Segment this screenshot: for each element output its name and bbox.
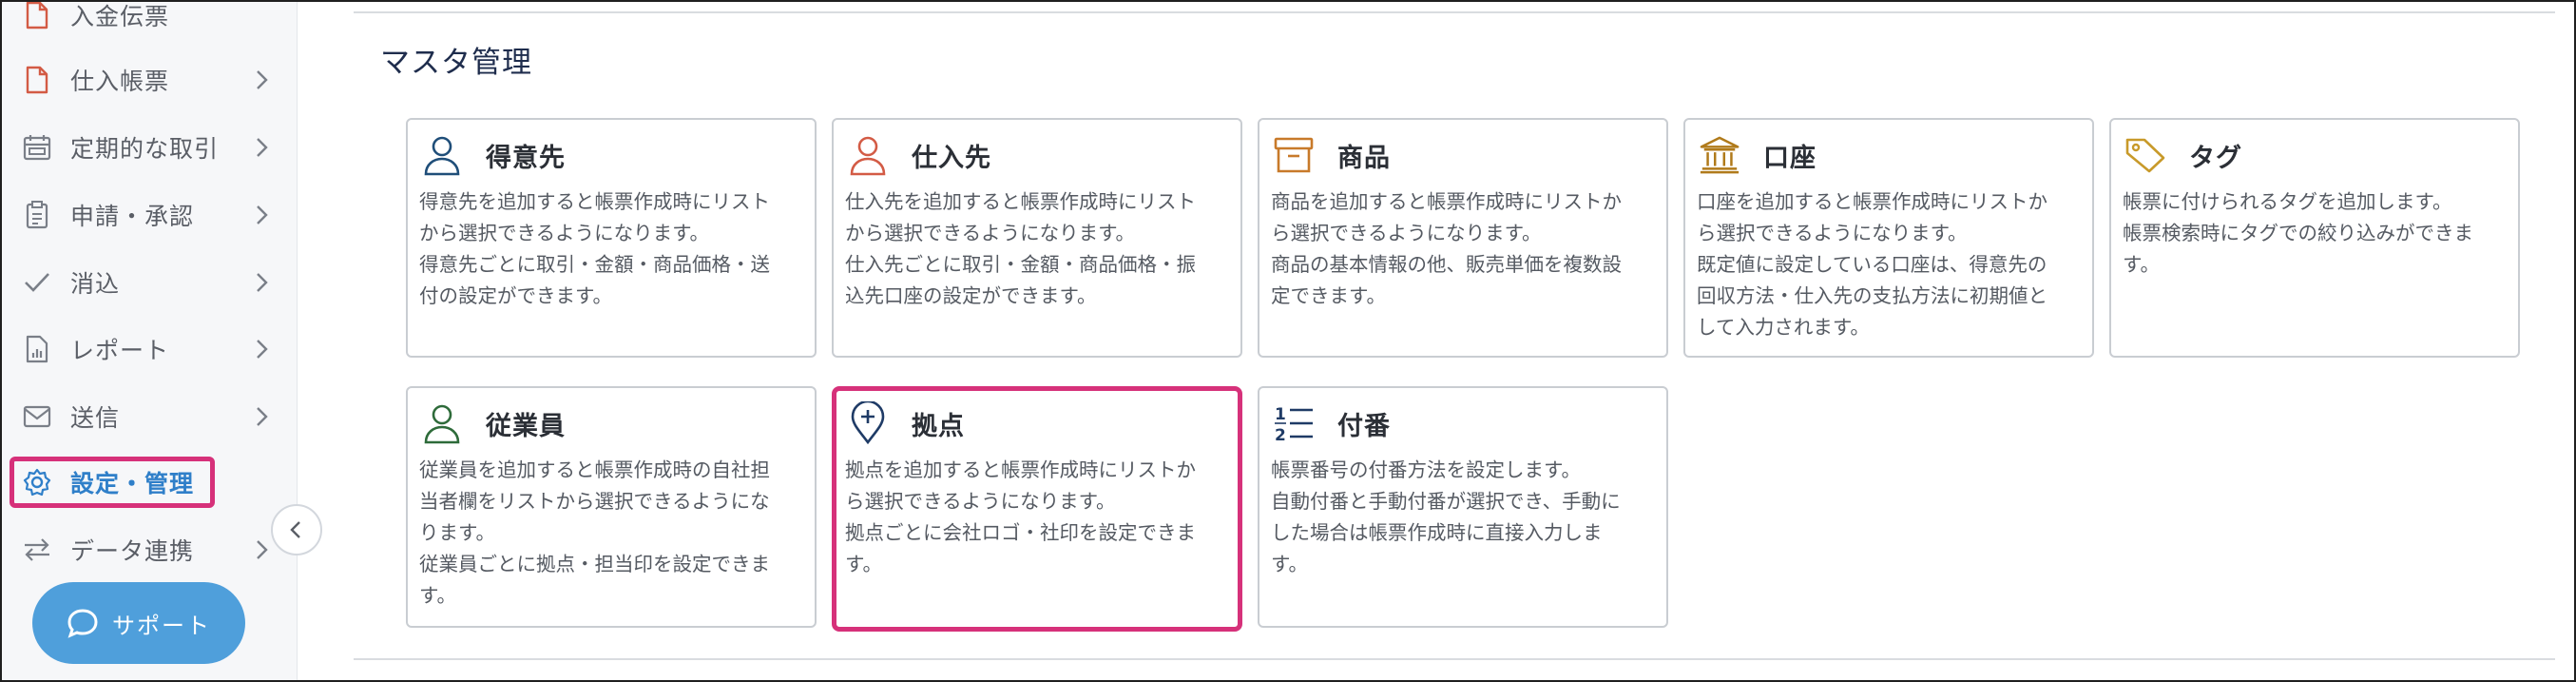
master-card-products[interactable]: 商品 商品を追加すると帳票作成時にリストか ら選択できるようになります。 商品の… — [1258, 118, 1668, 358]
sidebar-item-label: レポート — [70, 337, 170, 364]
sidebar-item-payment-slip[interactable]: 入金伝票 — [21, 2, 278, 44]
chevron-left-icon — [290, 521, 300, 538]
check-icon — [21, 266, 53, 299]
divider — [354, 11, 2555, 13]
bank-icon — [1699, 134, 1740, 176]
chevron-right-icon — [257, 540, 268, 559]
sidebar-item-label: データ連携 — [70, 537, 195, 565]
document-icon — [21, 64, 53, 96]
chevron-right-icon — [257, 340, 268, 359]
card-title: タグ — [2189, 143, 2242, 173]
card-description: 帳票に付けられるタグを追加します。 帳票検索時にタグでの絞り込みができま す。 — [2123, 190, 2473, 276]
card-description: 得意先を追加すると帳票作成時にリスト から選択できるようになります。 得意先ごと… — [419, 190, 770, 307]
sidebar-item-label: 入金伝票 — [70, 3, 170, 30]
card-description: 商品を追加すると帳票作成時にリストか ら選択できるようになります。 商品の基本情… — [1271, 190, 1622, 307]
sidebar-item-label: 申請・承認 — [70, 203, 195, 230]
support-label: サポート — [112, 612, 211, 639]
main-content: マスタ管理 得意先 得意先を追加すると帳票作成時にリスト から選択できるようにな… — [325, 2, 2555, 680]
svg-text:2: 2 — [1275, 426, 1286, 444]
section-title: マスタ管理 — [380, 46, 532, 80]
sync-icon — [21, 534, 53, 566]
card-description: 口座を追加すると帳票作成時にリストか ら選択できるようになります。 既定値に設定… — [1697, 190, 2047, 339]
chevron-right-icon — [257, 407, 268, 426]
chevron-right-icon — [257, 205, 268, 224]
card-title: 拠点 — [912, 411, 965, 441]
card-description: 従業員を追加すると帳票作成時の自社担 当者欄をリストから選択できるようにな りま… — [419, 458, 770, 607]
card-title: 商品 — [1337, 143, 1391, 173]
chat-icon — [67, 609, 98, 638]
card-title: 仕入先 — [912, 143, 991, 173]
card-title: 口座 — [1763, 143, 1817, 173]
mail-icon — [21, 400, 53, 433]
app-window: 入金伝票 仕入帳票 定期的な取引 申請・承認 消込 レポート 送信 設定・管理 … — [0, 0, 2576, 682]
sidebar-item-label: 送信 — [70, 404, 121, 432]
sidebar-item-purchase-docs[interactable]: 仕入帳票 — [21, 51, 278, 108]
chevron-right-icon — [257, 70, 268, 89]
person-icon — [421, 402, 463, 444]
card-description: 仕入先を追加すると帳票作成時にリスト から選択できるようになります。 仕入先ごと… — [845, 190, 1196, 307]
sidebar: 入金伝票 仕入帳票 定期的な取引 申請・承認 消込 レポート 送信 設定・管理 … — [2, 2, 298, 680]
sidebar-item-recurring[interactable]: 定期的な取引 — [21, 119, 278, 176]
document-icon — [21, 2, 53, 31]
master-card-locations[interactable]: 拠点 拠点を追加すると帳票作成時にリストか ら選択できるようになります。 拠点ご… — [832, 386, 1242, 632]
master-card-numbering[interactable]: 1 2 付番 帳票番号の付番方法を設定します。 自動付番と手動付番が選択でき、手… — [1258, 386, 1668, 628]
card-title: 付番 — [1337, 411, 1391, 441]
checklist-icon — [21, 199, 53, 231]
sidebar-item-data-sync[interactable]: データ連携 — [21, 521, 278, 578]
sidebar-item-reconcile[interactable]: 消込 — [21, 254, 278, 311]
calendar-icon — [21, 131, 53, 164]
master-card-tags[interactable]: タグ 帳票に付けられるタグを追加します。 帳票検索時にタグでの絞り込みができま … — [2109, 118, 2520, 358]
divider — [354, 658, 2555, 660]
sidebar-item-approval[interactable]: 申請・承認 — [21, 186, 278, 244]
support-button[interactable]: サポート — [32, 582, 245, 664]
master-card-accounts[interactable]: 口座 口座を追加すると帳票作成時にリストか ら選択できるようになります。 既定値… — [1683, 118, 2094, 358]
sidebar-item-label: 仕入帳票 — [70, 68, 170, 95]
svg-text:1: 1 — [1275, 405, 1286, 424]
card-description: 拠点を追加すると帳票作成時にリストか ら選択できるようになります。 拠点ごとに会… — [845, 458, 1196, 575]
sidebar-item-label: 消込 — [70, 270, 121, 298]
person-icon — [421, 134, 463, 176]
report-icon — [21, 333, 53, 365]
location-pin-icon — [847, 401, 889, 445]
card-title: 得意先 — [486, 143, 566, 173]
box-icon — [1273, 134, 1315, 176]
tag-icon — [2124, 134, 2166, 176]
person-icon — [847, 134, 889, 176]
master-card-suppliers[interactable]: 仕入先 仕入先を追加すると帳票作成時にリスト から選択できるようになります。 仕… — [832, 118, 1242, 358]
card-title: 従業員 — [486, 411, 566, 441]
chevron-right-icon — [257, 138, 268, 157]
numbered-list-icon: 1 2 — [1273, 402, 1315, 444]
active-item-highlight — [10, 457, 215, 508]
sidebar-item-report[interactable]: レポート — [21, 321, 278, 378]
card-description: 帳票番号の付番方法を設定します。 自動付番と手動付番が選択でき、手動に した場合… — [1271, 458, 1621, 575]
sidebar-item-label: 定期的な取引 — [70, 135, 220, 163]
chevron-right-icon — [257, 273, 268, 292]
sidebar-item-send[interactable]: 送信 — [21, 388, 278, 445]
sidebar-collapse-button[interactable] — [271, 504, 322, 555]
master-card-customers[interactable]: 得意先 得意先を追加すると帳票作成時にリスト から選択できるようになります。 得… — [406, 118, 817, 358]
master-card-employees[interactable]: 従業員 従業員を追加すると帳票作成時の自社担 当者欄をリストから選択できるように… — [406, 386, 817, 628]
